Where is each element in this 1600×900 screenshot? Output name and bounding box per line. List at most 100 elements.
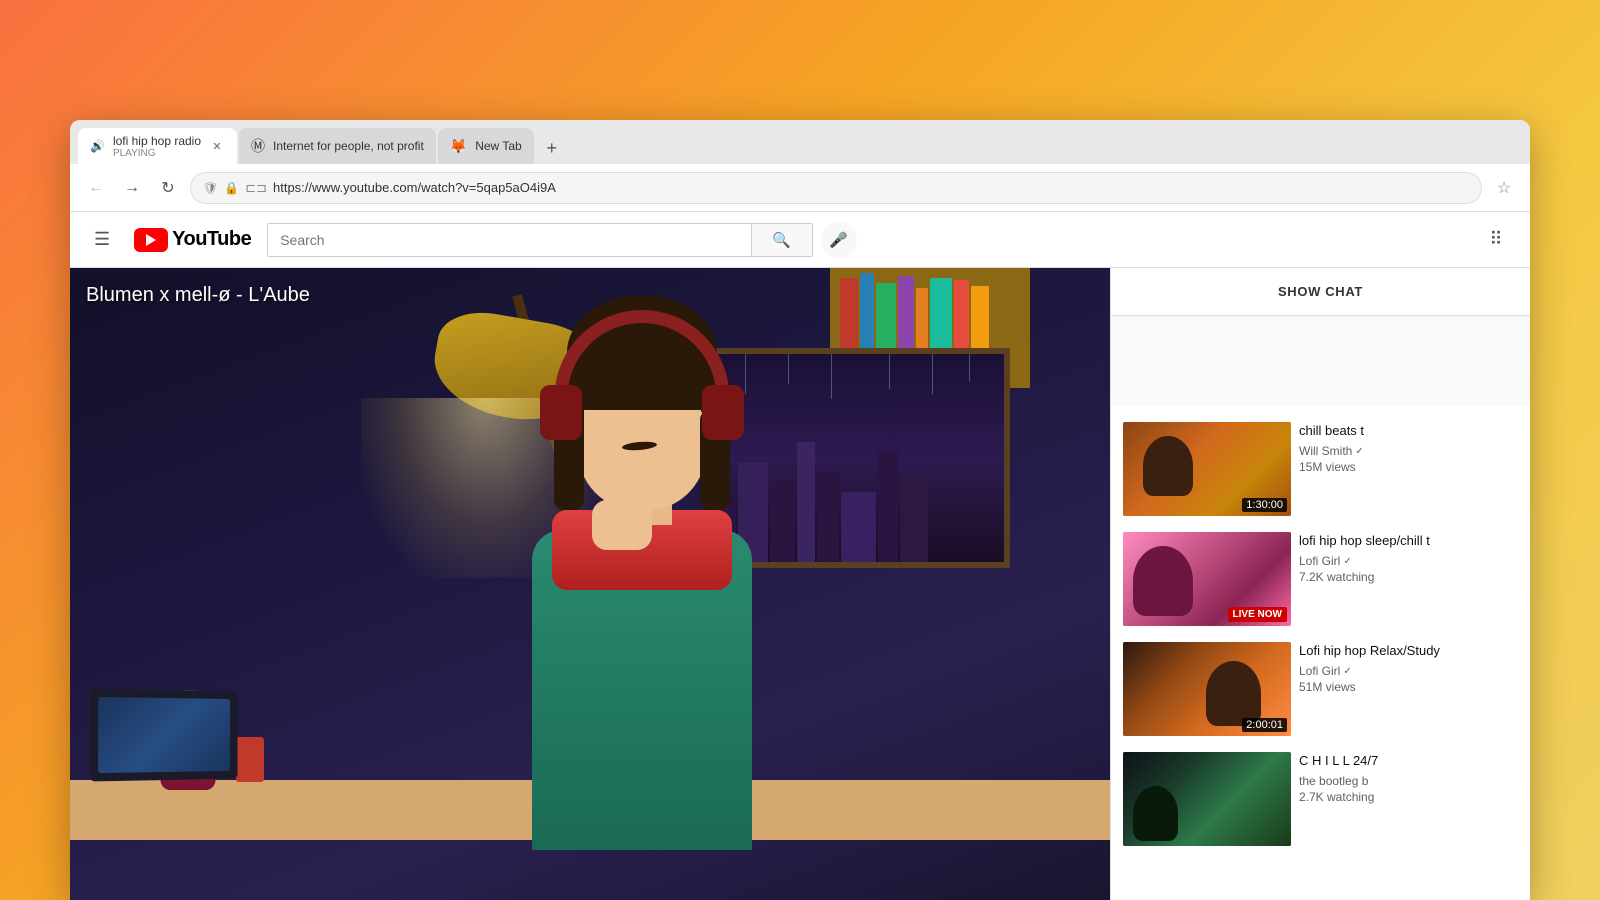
verified-check-1: ✓ bbox=[1355, 446, 1363, 457]
anime-scene bbox=[70, 268, 1110, 900]
rec-channel-2: Lofi Girl ✓ bbox=[1299, 554, 1518, 568]
tab-lofi[interactable]: 🔊 lofi hip hop radio PLAYING ✕ bbox=[78, 128, 237, 164]
rain-drop bbox=[745, 354, 746, 394]
bookmark-button[interactable]: ☆ bbox=[1490, 174, 1518, 202]
show-chat-button[interactable]: SHOW CHAT bbox=[1111, 268, 1530, 316]
live-badge-2: LIVE NOW bbox=[1228, 607, 1287, 622]
book-7 bbox=[954, 280, 969, 358]
toolbar: ← → ↻ 🛡 🔒 ⊏⊐ https://www.youtube.com/wat… bbox=[70, 164, 1530, 212]
city-buildings bbox=[716, 402, 1004, 562]
show-chat-label: SHOW CHAT bbox=[1278, 284, 1363, 299]
recommendation-item-3[interactable]: 2:00:01 Lofi hip hop Relax/Study Lofi Gi… bbox=[1111, 634, 1530, 744]
headphone-right bbox=[702, 385, 744, 440]
rec-views-2: 7.2K watching bbox=[1299, 570, 1518, 584]
tab-subtitle-lofi: PLAYING bbox=[113, 148, 201, 159]
recommendation-item-1[interactable]: 1:30:00 chill beats t Will Smith ✓ 15M v… bbox=[1111, 414, 1530, 524]
book-8 bbox=[971, 286, 989, 354]
building bbox=[878, 452, 898, 562]
video-title-text: Blumen x mell-ø - L'Aube bbox=[86, 284, 310, 306]
url-text: https://www.youtube.com/watch?v=5qap5aO4… bbox=[273, 180, 1469, 195]
rec-channel-4: the bootleg b bbox=[1299, 774, 1518, 788]
lock-icon: 🔒 bbox=[224, 181, 239, 195]
building bbox=[900, 477, 928, 562]
book-5 bbox=[916, 288, 928, 348]
rec-info-2: lofi hip hop sleep/chill t Lofi Girl ✓ 7… bbox=[1299, 532, 1518, 626]
new-tab-button[interactable]: + bbox=[536, 132, 568, 164]
voice-search-button[interactable]: 🎤 bbox=[821, 222, 857, 258]
search-button[interactable]: 🔍 bbox=[751, 223, 813, 257]
rec-duration-1: 1:30:00 bbox=[1242, 498, 1287, 512]
tab-title-lofi: lofi hip hop radio bbox=[113, 134, 201, 148]
rec-channel-3: Lofi Girl ✓ bbox=[1299, 664, 1518, 678]
search-input[interactable] bbox=[267, 223, 750, 257]
tab-close-lofi[interactable]: ✕ bbox=[209, 138, 225, 154]
rec-title-2: lofi hip hop sleep/chill t bbox=[1299, 532, 1518, 550]
laptop-screen bbox=[89, 688, 237, 781]
reload-button[interactable]: ↻ bbox=[154, 174, 182, 202]
book-3 bbox=[876, 283, 896, 353]
tab-mozilla[interactable]: Ⓜ Internet for people, not profit bbox=[239, 128, 436, 164]
rec-info-4: C H I L L 24/7 the bootleg b 2.7K watchi… bbox=[1299, 752, 1518, 846]
browser-window: 🔊 lofi hip hop radio PLAYING ✕ Ⓜ Interne… bbox=[70, 120, 1530, 900]
video-player[interactable]: Blumen x mell-ø - L'Aube bbox=[70, 268, 1110, 900]
building bbox=[797, 442, 815, 562]
sound-icon: 🔊 bbox=[90, 139, 105, 153]
rec-info-3: Lofi hip hop Relax/Study Lofi Girl ✓ 51M… bbox=[1299, 642, 1518, 736]
book-1 bbox=[840, 278, 858, 358]
menu-button[interactable]: ☰ bbox=[86, 221, 118, 258]
main-content: Blumen x mell-ø - L'Aube SHOW CHAT bbox=[70, 268, 1530, 900]
video-area: Blumen x mell-ø - L'Aube bbox=[70, 268, 1110, 900]
rain-drop bbox=[969, 354, 970, 382]
rec-duration-3: 2:00:01 bbox=[1242, 718, 1287, 732]
youtube-logo[interactable]: YouTube bbox=[134, 228, 251, 252]
rec-views-3: 51M views bbox=[1299, 680, 1518, 694]
city-window bbox=[710, 348, 1010, 568]
building bbox=[817, 472, 839, 562]
rec-info-1: chill beats t Will Smith ✓ 15M views bbox=[1299, 422, 1518, 516]
youtube-header: ☰ YouTube 🔍 🎤 ⠿ bbox=[70, 212, 1530, 268]
building bbox=[841, 492, 876, 562]
back-button[interactable]: ← bbox=[82, 174, 110, 202]
rec-title-1: chill beats t bbox=[1299, 422, 1518, 440]
recommendations-list: 1:30:00 chill beats t Will Smith ✓ 15M v… bbox=[1111, 406, 1530, 900]
recommendation-item-4[interactable]: C H I L L 24/7 the bootleg b 2.7K watchi… bbox=[1111, 744, 1530, 854]
page-content: ☰ YouTube 🔍 🎤 ⠿ bbox=[70, 212, 1530, 900]
rain-drop bbox=[788, 354, 789, 384]
verified-check-2: ✓ bbox=[1343, 556, 1351, 567]
url-bar[interactable]: 🛡 🔒 ⊏⊐ https://www.youtube.com/watch?v=5… bbox=[190, 172, 1482, 204]
rec-thumb-1: 1:30:00 bbox=[1123, 422, 1291, 516]
tab-title-mozilla: Internet for people, not profit bbox=[273, 139, 424, 153]
book-6 bbox=[930, 278, 952, 358]
rec-thumb-4 bbox=[1123, 752, 1291, 846]
character-hand bbox=[592, 500, 652, 550]
search-container: 🔍 🎤 bbox=[267, 222, 856, 258]
shield-icon: 🛡 bbox=[203, 181, 218, 195]
reader-icon: ⊏⊐ bbox=[245, 180, 267, 196]
pencil-cup bbox=[236, 737, 264, 782]
rec-thumb-3: 2:00:01 bbox=[1123, 642, 1291, 736]
verified-check-3: ✓ bbox=[1343, 666, 1351, 677]
youtube-logo-icon bbox=[134, 228, 168, 252]
sidebar: SHOW CHAT 1:30:00 bbox=[1110, 268, 1530, 900]
video-title-overlay: Blumen x mell-ø - L'Aube bbox=[86, 284, 310, 307]
recommendation-item-2[interactable]: LIVE NOW lofi hip hop sleep/chill t Lofi… bbox=[1111, 524, 1530, 634]
chat-area-collapsed bbox=[1111, 316, 1530, 406]
rec-title-4: C H I L L 24/7 bbox=[1299, 752, 1518, 770]
tab-title-newtab: New Tab bbox=[475, 139, 521, 153]
rain-drop bbox=[932, 354, 933, 394]
tab-bar: 🔊 lofi hip hop radio PLAYING ✕ Ⓜ Interne… bbox=[70, 120, 1530, 164]
forward-button[interactable]: → bbox=[118, 174, 146, 202]
youtube-logo-text: YouTube bbox=[172, 228, 251, 251]
building bbox=[770, 482, 795, 562]
rain-drop bbox=[889, 354, 890, 389]
tab-newtab[interactable]: 🦊 New Tab bbox=[438, 128, 534, 164]
firefox-icon: 🦊 bbox=[450, 138, 467, 155]
laptop-screen-glow bbox=[98, 697, 230, 773]
rec-views-1: 15M views bbox=[1299, 460, 1518, 474]
headphone-left bbox=[540, 385, 582, 440]
rec-views-4: 2.7K watching bbox=[1299, 790, 1518, 804]
rec-title-3: Lofi hip hop Relax/Study bbox=[1299, 642, 1518, 660]
rec-channel-1: Will Smith ✓ bbox=[1299, 444, 1518, 458]
apps-button[interactable]: ⠿ bbox=[1478, 222, 1514, 258]
mozilla-icon: Ⓜ bbox=[251, 136, 265, 156]
